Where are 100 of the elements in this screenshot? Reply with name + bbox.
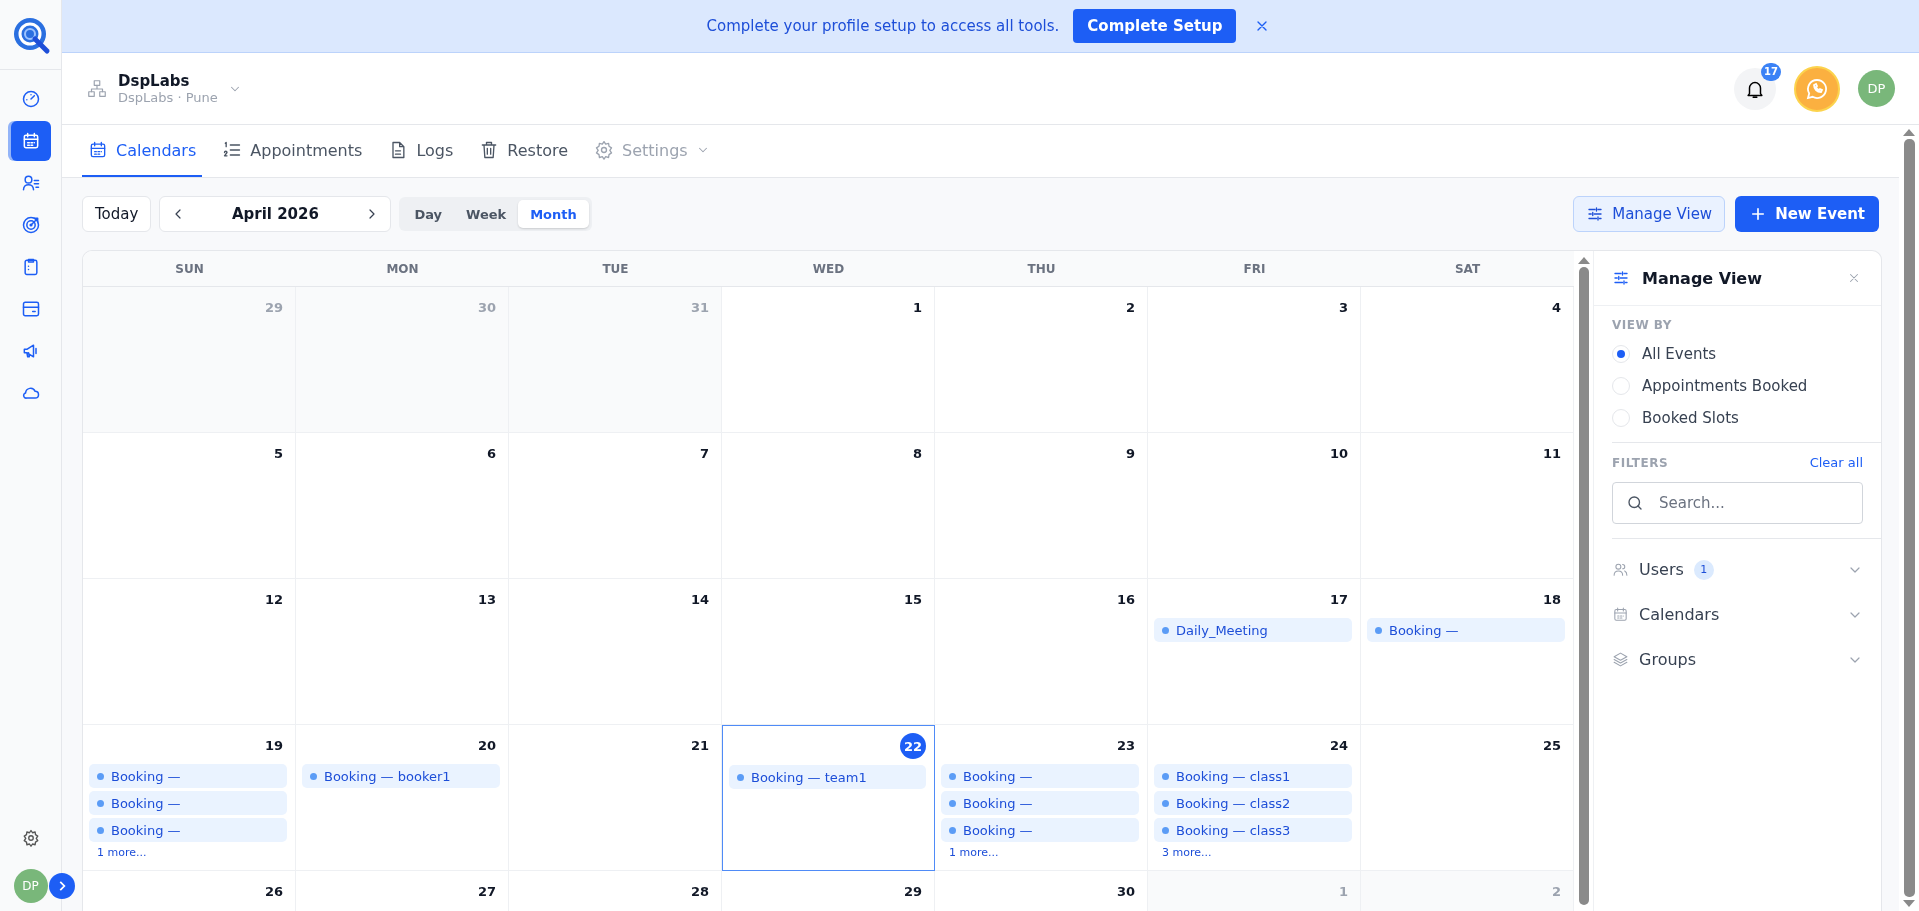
day-number: 1 xyxy=(912,299,923,315)
day-number: 22 xyxy=(900,733,926,759)
day-cell[interactable]: 1 xyxy=(722,287,935,433)
count-badge: 1 xyxy=(1693,559,1714,580)
day-number: 25 xyxy=(1542,737,1562,753)
new-event-button[interactable]: New Event xyxy=(1735,196,1879,232)
day-number: 23 xyxy=(1116,737,1136,753)
day-number: 27 xyxy=(477,883,497,899)
event-chip[interactable]: Booking — xyxy=(941,791,1139,815)
event-chip[interactable]: Booking — xyxy=(89,818,287,842)
day-cell[interactable]: 5 xyxy=(83,433,296,579)
manage-view-button[interactable]: Manage View xyxy=(1573,196,1726,232)
notification-count: 17 xyxy=(1761,62,1781,81)
more-events-link[interactable]: 1 more... xyxy=(941,845,1005,860)
day-cell[interactable]: 23 Booking — Booking — Booking — 1 more... xyxy=(935,725,1148,871)
section-label: FILTERS xyxy=(1612,455,1669,470)
day-number: 8 xyxy=(912,445,923,461)
day-cell[interactable]: 11 xyxy=(1361,433,1574,579)
sliders-icon xyxy=(1586,205,1605,223)
day-cell[interactable]: 10 xyxy=(1148,433,1361,579)
sliders-icon xyxy=(1612,269,1630,287)
weekday-label: THU xyxy=(1026,260,1057,278)
event-chip[interactable]: Booking — xyxy=(89,791,287,815)
view-tab[interactable]: Month xyxy=(518,200,589,228)
event-chip[interactable]: Booking — xyxy=(1367,618,1565,642)
layers-icon xyxy=(1612,651,1629,668)
banner-message: Complete your profile setup to access all tools. xyxy=(706,17,1060,35)
filter-section[interactable]: Groups xyxy=(1594,637,1881,682)
search-field[interactable]: Search... xyxy=(1612,482,1863,524)
day-cell[interactable]: 17 Daily_Meeting xyxy=(1148,579,1361,725)
day-cell[interactable]: 21 xyxy=(509,725,722,871)
day-cell[interactable]: 28 xyxy=(509,871,722,911)
tab[interactable]: Appointments xyxy=(216,125,369,177)
clear-all-link[interactable]: Clear all xyxy=(1809,455,1863,470)
day-number: 30 xyxy=(477,299,497,315)
day-number: 11 xyxy=(1542,445,1562,461)
notifications-button[interactable] xyxy=(1734,67,1776,110)
current-month: April 2026 xyxy=(230,205,320,223)
day-cell[interactable]: 7 xyxy=(509,433,722,579)
day-cell[interactable]: 14 xyxy=(509,579,722,725)
day-cell[interactable]: 27 xyxy=(296,871,509,911)
filter-section[interactable]: Calendars xyxy=(1594,592,1881,637)
day-number: 15 xyxy=(903,591,923,607)
settings-icon xyxy=(21,829,40,847)
day-number: 3 xyxy=(1338,299,1349,315)
event-chip[interactable]: Daily_Meeting xyxy=(1154,618,1352,642)
day-cell[interactable]: 15 xyxy=(722,579,935,725)
calendar-icon xyxy=(88,140,108,160)
calendar-icon xyxy=(1612,606,1629,623)
event-chip[interactable]: Booking — team1 xyxy=(729,765,926,789)
day-cell[interactable]: 24 Booking — class1 Booking — class2 Booking — class3 3 more... xyxy=(1148,725,1361,871)
day-number: 14 xyxy=(690,591,710,607)
weekday-label: WED xyxy=(811,260,846,278)
day-cell[interactable]: 12 xyxy=(83,579,296,725)
event-chip[interactable]: Booking — xyxy=(941,764,1139,788)
today-button[interactable]: Today xyxy=(82,196,152,232)
day-cell[interactable]: 16 xyxy=(935,579,1148,725)
numbered-list-icon xyxy=(222,140,243,160)
event-chip[interactable]: Booking — class2 xyxy=(1154,791,1352,815)
view-tab[interactable]: Day xyxy=(402,200,455,228)
day-cell[interactable]: 6 xyxy=(296,433,509,579)
event-chip[interactable]: Booking — class1 xyxy=(1154,764,1352,788)
day-cell[interactable]: 19 Booking — Booking — Booking — 1 more... xyxy=(83,725,296,871)
radio-option[interactable]: Booked Slots xyxy=(1612,402,1863,434)
more-events-link[interactable]: 3 more... xyxy=(1154,845,1218,860)
organization-location: DspLabs · Pune xyxy=(118,90,218,105)
day-number: 29 xyxy=(903,883,923,899)
sidebar-nav-button[interactable] xyxy=(10,121,51,161)
event-chip[interactable]: Booking — class3 xyxy=(1154,818,1352,842)
day-number: 7 xyxy=(699,445,710,461)
expand-sidebar-button[interactable] xyxy=(49,873,75,899)
day-cell[interactable]: 8 xyxy=(722,433,935,579)
day-cell[interactable]: 20 Booking — booker1 xyxy=(296,725,509,871)
tab[interactable]: Restore xyxy=(473,125,574,177)
tab[interactable]: Calendars xyxy=(82,125,203,177)
day-cell[interactable]: 26 xyxy=(83,871,296,911)
event-chip[interactable]: Booking — booker1 xyxy=(302,764,500,788)
target-icon xyxy=(20,215,41,235)
day-cell[interactable]: 29 xyxy=(722,871,935,911)
tab[interactable]: Logs xyxy=(382,125,460,177)
day-number: 2 xyxy=(1125,299,1136,315)
filter-section[interactable]: Users 1 xyxy=(1594,547,1881,592)
day-cell[interactable]: 3 xyxy=(1148,287,1361,433)
day-number: 4 xyxy=(1551,299,1562,315)
day-cell[interactable]: 18 Booking — xyxy=(1361,579,1574,725)
event-chip[interactable]: Booking — xyxy=(941,818,1139,842)
view-tab[interactable]: Week xyxy=(454,200,519,228)
day-cell[interactable]: 22 Booking — team1 xyxy=(722,725,935,871)
radio-option[interactable]: Appointments Booked xyxy=(1612,370,1863,402)
day-cell[interactable]: 4 xyxy=(1361,287,1574,433)
complete-setup-button[interactable]: Complete Setup xyxy=(1073,9,1237,43)
users-icon xyxy=(1612,561,1629,578)
event-chip[interactable]: Booking — xyxy=(89,764,287,788)
day-cell[interactable]: 13 xyxy=(296,579,509,725)
day-number: 19 xyxy=(264,737,284,753)
day-number: 29 xyxy=(264,299,284,315)
radio-option[interactable]: All Events xyxy=(1612,338,1863,370)
day-cell[interactable]: 2 xyxy=(935,287,1148,433)
day-cell[interactable]: 9 xyxy=(935,433,1148,579)
more-events-link[interactable]: 1 more... xyxy=(89,845,153,860)
